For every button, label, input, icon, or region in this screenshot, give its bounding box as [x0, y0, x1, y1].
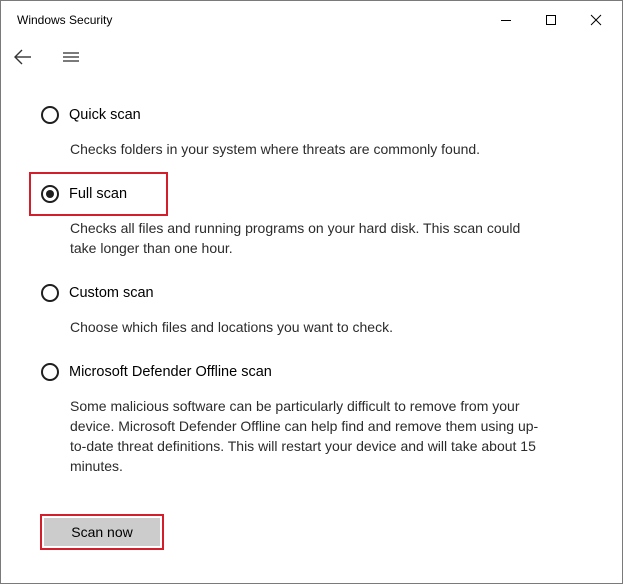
maximize-icon — [546, 15, 556, 25]
offline-scan-radio[interactable] — [41, 363, 59, 381]
close-icon — [590, 14, 602, 26]
back-button[interactable] — [7, 41, 39, 73]
offline-scan-label[interactable]: Microsoft Defender Offline scan — [69, 364, 272, 380]
quick-scan-description: Checks folders in your system where thre… — [70, 141, 481, 157]
windows-security-window: Windows Security Quick scan Checks folde… — [0, 0, 623, 584]
maximize-button[interactable] — [528, 1, 574, 39]
quick-scan-option[interactable]: Quick scan — [41, 102, 141, 128]
offline-scan-description: Some malicious software can be particula… — [70, 398, 539, 474]
full-scan-description: Checks all files and running programs on… — [70, 220, 521, 256]
back-arrow-icon — [14, 49, 31, 65]
hamburger-menu-icon — [63, 52, 79, 62]
title-bar: Windows Security — [1, 1, 622, 39]
scan-now-button[interactable]: Scan now — [44, 518, 160, 546]
offline-scan-option[interactable]: Microsoft Defender Offline scan — [41, 359, 272, 385]
nav-bar — [1, 39, 622, 75]
quick-scan-radio[interactable] — [41, 106, 59, 124]
full-scan-radio[interactable] — [41, 185, 59, 203]
quick-scan-label[interactable]: Quick scan — [69, 107, 141, 123]
custom-scan-option[interactable]: Custom scan — [41, 280, 154, 306]
custom-scan-radio[interactable] — [41, 284, 59, 302]
menu-button[interactable] — [55, 41, 87, 73]
custom-scan-label[interactable]: Custom scan — [69, 285, 154, 301]
minimize-icon — [501, 20, 511, 21]
full-scan-option[interactable]: Full scan — [41, 181, 127, 207]
window-title: Windows Security — [17, 13, 113, 27]
minimize-button[interactable] — [483, 1, 529, 39]
full-scan-label[interactable]: Full scan — [69, 186, 127, 202]
custom-scan-description: Choose which files and locations you wan… — [70, 319, 393, 335]
close-button[interactable] — [573, 1, 619, 39]
